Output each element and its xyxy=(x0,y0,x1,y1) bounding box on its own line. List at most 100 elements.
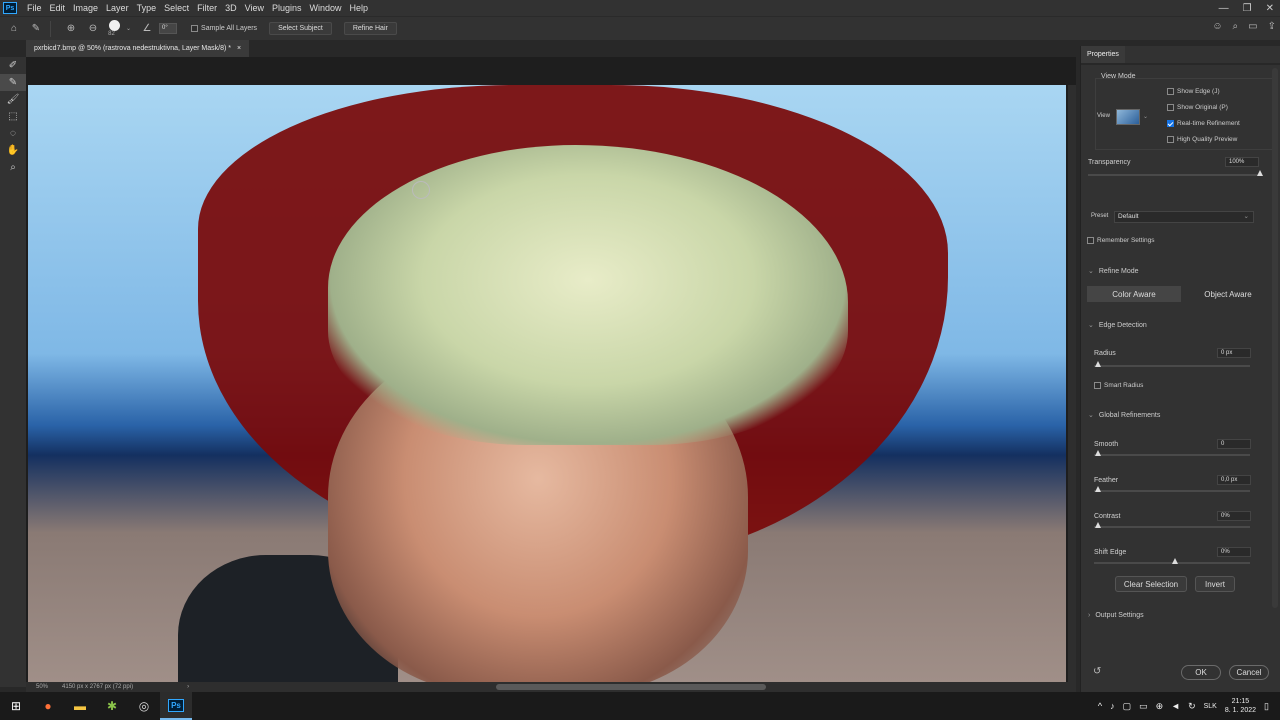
menu-filter[interactable]: Filter xyxy=(193,3,221,13)
drive-icon[interactable]: ▭ xyxy=(1139,701,1148,712)
document-image[interactable] xyxy=(28,85,1066,682)
chevron-up-icon[interactable]: ^ xyxy=(1098,701,1102,711)
edge-detection-section[interactable]: ⌄ Edge Detection xyxy=(1088,321,1147,330)
restore-button[interactable]: ❐ xyxy=(1243,3,1252,14)
notification-icon[interactable]: ▢ xyxy=(1123,701,1132,712)
subtract-from-selection-icon[interactable]: ⊖ xyxy=(85,21,101,37)
clock[interactable]: 21:15 8. 1. 2022 xyxy=(1225,697,1256,715)
language-indicator[interactable]: SLK xyxy=(1204,703,1217,710)
share-icon[interactable]: ⇪ xyxy=(1268,21,1276,32)
volume-icon[interactable]: ◄ xyxy=(1171,701,1180,711)
add-to-selection-icon[interactable]: ⊕ xyxy=(63,21,79,37)
feather-field[interactable]: 0,0 px xyxy=(1217,475,1251,485)
lasso-tool-icon[interactable]: ◌ xyxy=(0,125,26,142)
canvas-area[interactable] xyxy=(26,57,1076,682)
search-icon[interactable]: ⌕ xyxy=(1233,21,1239,32)
radius-slider[interactable] xyxy=(1094,365,1250,367)
menu-image[interactable]: Image xyxy=(69,3,102,13)
transparency-field[interactable]: 100% xyxy=(1225,157,1259,167)
high-quality-preview-checkbox[interactable]: High Quality Preview xyxy=(1167,136,1237,143)
document-tab[interactable]: pxrbicd7.bmp @ 50% (rastrova nedestrukti… xyxy=(26,40,250,57)
learn-icon[interactable]: ☺ xyxy=(1212,21,1222,32)
cancel-button[interactable]: Cancel xyxy=(1229,665,1269,680)
reset-icon[interactable]: ↺ xyxy=(1093,666,1101,677)
network-icon[interactable]: ⊕ xyxy=(1156,701,1164,712)
sample-all-layers-checkbox[interactable]: Sample All Layers xyxy=(191,25,257,32)
ok-button[interactable]: OK xyxy=(1181,665,1221,680)
feather-slider[interactable] xyxy=(1094,490,1250,492)
chevron-down-icon[interactable]: ⌄ xyxy=(1143,113,1148,120)
firefox-icon[interactable]: ● xyxy=(32,692,64,720)
close-tab-icon[interactable]: × xyxy=(237,45,241,52)
brush-preview-icon xyxy=(109,20,120,31)
menu-plugins[interactable]: Plugins xyxy=(268,3,306,13)
feather-slider-handle[interactable] xyxy=(1095,486,1101,492)
panel-scrollbar[interactable] xyxy=(1272,68,1278,608)
brush-preset-picker[interactable]: 82 xyxy=(101,20,120,37)
global-refinements-section[interactable]: ⌄ Global Refinements xyxy=(1088,411,1160,420)
view-mode-thumbnail[interactable] xyxy=(1116,109,1140,125)
properties-tab[interactable]: Properties xyxy=(1081,46,1125,63)
menu-select[interactable]: Select xyxy=(160,3,193,13)
photoshop-taskbar-icon[interactable]: Ps xyxy=(160,692,192,720)
menu-help[interactable]: Help xyxy=(346,3,373,13)
horizontal-scroll-thumb[interactable] xyxy=(496,684,766,690)
transparency-slider[interactable] xyxy=(1088,174,1260,176)
smart-radius-checkbox[interactable]: Smart Radius xyxy=(1094,382,1143,389)
radius-field[interactable]: 0 px xyxy=(1217,348,1251,358)
close-window-button[interactable]: ✕ xyxy=(1266,3,1274,14)
zoom-tool-icon[interactable]: ⌕ xyxy=(0,159,26,176)
minimize-button[interactable]: — xyxy=(1219,3,1229,14)
clear-selection-button[interactable]: Clear Selection xyxy=(1115,576,1187,592)
menu-view[interactable]: View xyxy=(241,3,268,13)
microphone-icon[interactable]: ♪ xyxy=(1110,701,1115,711)
smooth-field[interactable]: 0 xyxy=(1217,439,1251,449)
menu-3d[interactable]: 3D xyxy=(221,3,241,13)
contrast-field[interactable]: 0% xyxy=(1217,511,1251,521)
realtime-refinement-checkbox[interactable]: Real-time Refinement xyxy=(1167,120,1240,127)
brush-tool-icon[interactable]: 🖌 xyxy=(0,91,26,108)
status-arrow-icon[interactable]: › xyxy=(187,684,189,690)
contrast-slider-handle[interactable] xyxy=(1095,522,1101,528)
menu-window[interactable]: Window xyxy=(306,3,346,13)
workspace-icon[interactable]: ▭ xyxy=(1248,21,1257,32)
menu-file[interactable]: File xyxy=(23,3,46,13)
refine-mode-section[interactable]: ⌄ Refine Mode xyxy=(1088,267,1139,276)
smooth-slider-handle[interactable] xyxy=(1095,450,1101,456)
show-edge-checkbox[interactable]: Show Edge (J) xyxy=(1167,88,1220,95)
shift-edge-slider-handle[interactable] xyxy=(1172,558,1178,564)
zoom-level[interactable]: 50% xyxy=(36,684,48,690)
invert-button[interactable]: Invert xyxy=(1195,576,1235,592)
preset-dropdown[interactable]: Default ⌄ xyxy=(1114,211,1254,223)
radius-slider-handle[interactable] xyxy=(1095,361,1101,367)
contrast-slider[interactable] xyxy=(1094,526,1250,528)
menu-type[interactable]: Type xyxy=(133,3,161,13)
color-aware-button[interactable]: Color Aware xyxy=(1087,286,1181,302)
object-selection-tool-icon[interactable]: ⬚ xyxy=(0,108,26,125)
show-original-checkbox[interactable]: Show Original (P) xyxy=(1167,104,1228,111)
smooth-slider[interactable] xyxy=(1094,454,1250,456)
menu-layer[interactable]: Layer xyxy=(102,3,133,13)
quick-selection-tool-icon[interactable]: ✐ xyxy=(0,57,26,74)
sync-icon[interactable]: ↻ xyxy=(1188,701,1196,712)
windows-start-icon[interactable]: ⊞ xyxy=(0,692,32,720)
output-settings-section[interactable]: › Output Settings xyxy=(1088,612,1144,619)
select-subject-button[interactable]: Select Subject xyxy=(269,22,332,35)
hand-tool-icon[interactable]: ✋ xyxy=(0,142,26,159)
notifications-icon[interactable]: ▯ xyxy=(1264,701,1272,712)
refine-brush-tool-icon[interactable]: ✎ xyxy=(28,21,44,37)
transparency-slider-handle[interactable] xyxy=(1257,170,1263,176)
chevron-down-icon[interactable]: ⌄ xyxy=(126,25,131,32)
shift-edge-field[interactable]: 0% xyxy=(1217,547,1251,557)
remember-settings-checkbox[interactable]: Remember Settings xyxy=(1087,237,1154,244)
file-explorer-icon[interactable]: ▬ xyxy=(64,692,96,720)
refine-hair-button[interactable]: Refine Hair xyxy=(343,22,397,35)
object-aware-button[interactable]: Object Aware xyxy=(1181,286,1275,302)
app-icon[interactable]: ✱ xyxy=(96,692,128,720)
menu-edit[interactable]: Edit xyxy=(46,3,70,13)
angle-field[interactable]: 0° xyxy=(159,23,178,34)
browser-icon[interactable]: ◎ xyxy=(128,692,160,720)
vertical-scrollbar[interactable] xyxy=(1068,85,1076,682)
home-icon[interactable]: ⌂ xyxy=(6,21,22,37)
refine-edge-brush-tool-icon[interactable]: ✎ xyxy=(0,74,26,91)
